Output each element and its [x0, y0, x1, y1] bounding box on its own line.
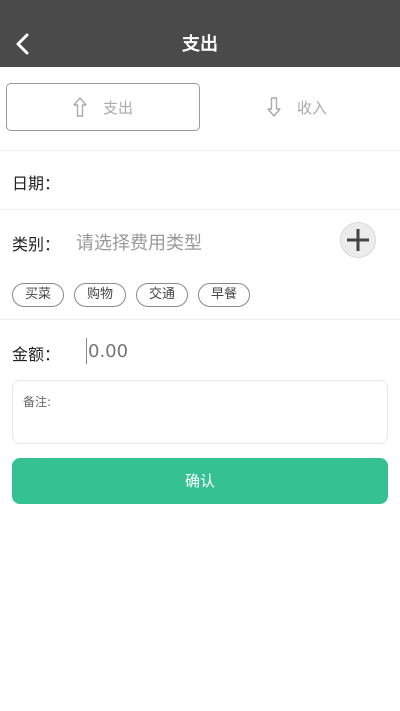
tab-expense[interactable]: 支出	[6, 83, 200, 131]
category-row: 类别： 请选择费用类型 买菜 购物 交通 早餐	[0, 211, 400, 320]
type-tabs: 支出 收入	[0, 67, 400, 151]
chevron-left-icon	[16, 33, 29, 55]
confirm-button[interactable]: 确认	[12, 458, 388, 504]
category-chip[interactable]: 买菜	[12, 283, 65, 307]
tab-income[interactable]: 收入	[200, 83, 394, 131]
category-chips: 买菜 购物 交通 早餐	[12, 283, 251, 307]
text-cursor	[86, 338, 87, 364]
remark-label: 备注:	[23, 395, 52, 409]
remark-input[interactable]	[63, 389, 383, 441]
back-button[interactable]	[8, 28, 40, 60]
date-row[interactable]: 日期：	[0, 151, 400, 210]
nav-bar: 支出	[0, 22, 400, 67]
arrow-up-icon	[73, 97, 87, 117]
plus-circle-icon	[347, 229, 369, 251]
category-label: 类别：	[12, 235, 61, 254]
tab-expense-label: 支出	[102, 98, 133, 117]
add-category-button[interactable]	[340, 222, 376, 258]
category-chip[interactable]: 交通	[136, 283, 189, 307]
remark-box: 备注:	[12, 380, 388, 444]
category-chip[interactable]: 早餐	[198, 283, 251, 307]
status-bar	[0, 0, 400, 22]
category-select[interactable]: 请选择费用类型	[76, 229, 202, 255]
amount-input[interactable]	[88, 337, 328, 365]
category-chip[interactable]: 购物	[74, 283, 127, 307]
page-title: 支出	[182, 34, 218, 55]
amount-row: 金额：	[0, 321, 400, 377]
amount-label: 金额：	[12, 345, 61, 364]
arrow-down-icon	[267, 97, 281, 117]
date-label: 日期：	[12, 174, 61, 193]
tab-income-label: 收入	[296, 98, 327, 117]
